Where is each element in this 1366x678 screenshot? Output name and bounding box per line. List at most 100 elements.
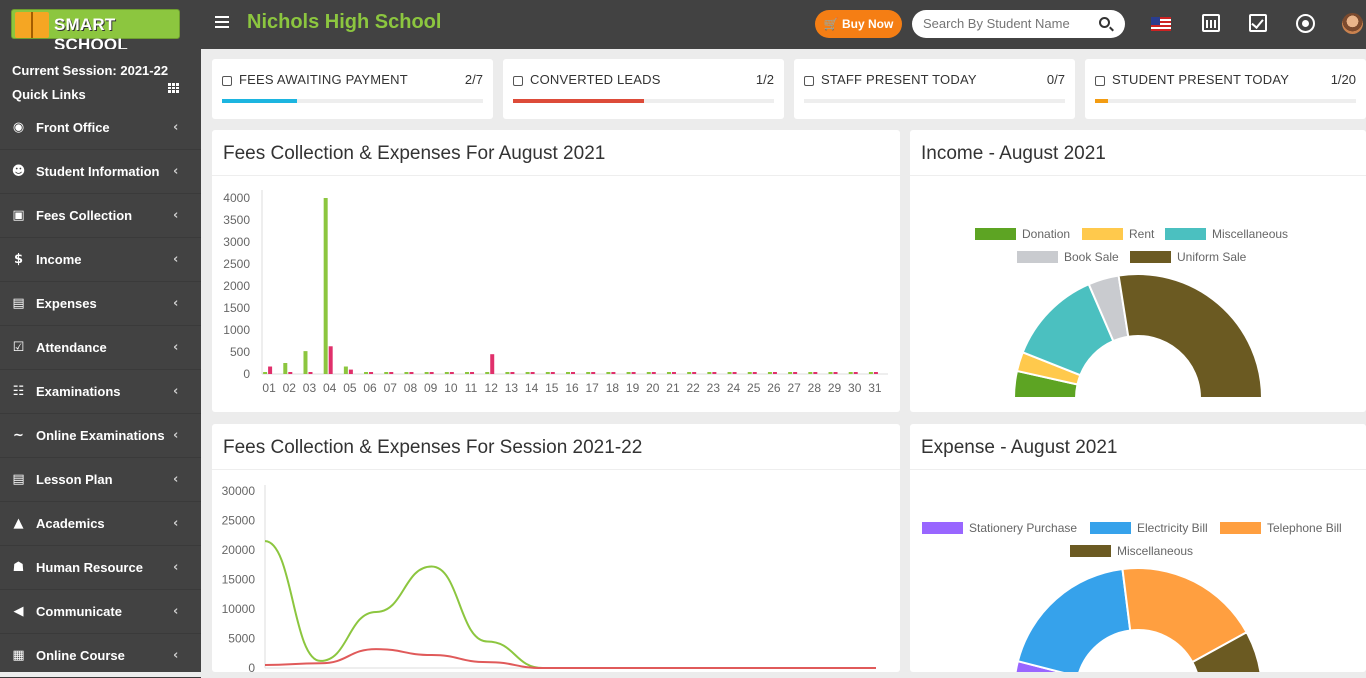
- stat-title: FEES AWAITING PAYMENT: [239, 72, 408, 87]
- bar: [283, 363, 288, 374]
- bar: [813, 372, 818, 374]
- grid-icon[interactable]: [168, 83, 180, 93]
- y-tick-label: 3500: [223, 213, 250, 227]
- chevron-left-icon: ‹: [173, 472, 179, 487]
- sidebar-item-academics[interactable]: ▲ Academics ‹: [0, 502, 201, 546]
- ticket-icon: [513, 76, 523, 86]
- fees-month-panel: Fees Collection & Expenses For August 20…: [212, 130, 900, 412]
- student-search-input[interactable]: [923, 16, 1083, 31]
- x-tick-label: 14: [525, 381, 539, 395]
- bar: [671, 372, 676, 374]
- us-flag-icon[interactable]: [1151, 17, 1171, 31]
- y-tick-label: 10000: [222, 602, 256, 616]
- sidebar-item-label: Human Resource: [36, 560, 143, 575]
- sidebar-item-expenses[interactable]: ▤ Expenses ‹: [0, 282, 201, 326]
- bar: [384, 372, 389, 374]
- bullhorn-icon: ◀: [13, 604, 24, 619]
- calendar-icon[interactable]: [1202, 14, 1220, 32]
- bar: [323, 198, 328, 374]
- whatsapp-icon[interactable]: [1296, 14, 1315, 33]
- sidebar-item-lesson-plan[interactable]: ▤ Lesson Plan ‹: [0, 458, 201, 502]
- sidebar-item-fees-collection[interactable]: ▣ Fees Collection ‹: [0, 194, 201, 238]
- sidebar-item-online-examinations[interactable]: ∼ Online Examinations ‹: [0, 414, 201, 458]
- quick-links[interactable]: Quick Links: [12, 83, 168, 107]
- bar: [707, 372, 712, 374]
- sidebar-item-income[interactable]: $ Income ‹: [0, 238, 201, 282]
- stat-value: 1/2: [755, 72, 774, 87]
- stat-staff-present[interactable]: STAFF PRESENT TODAY 0/7: [794, 59, 1075, 119]
- bar: [793, 372, 798, 374]
- graduation-cap-icon: ▲: [13, 516, 24, 531]
- x-tick-label: 09: [424, 381, 438, 395]
- x-tick-label: 05: [343, 381, 357, 395]
- bar: [470, 372, 475, 374]
- series-line: [264, 648, 876, 669]
- y-tick-label: 2000: [223, 279, 250, 293]
- bar: [444, 372, 449, 374]
- bar: [848, 372, 853, 374]
- bar: [429, 372, 434, 374]
- calendar-check-icon: [1095, 76, 1105, 86]
- y-tick-label: 3000: [223, 235, 250, 249]
- bar: [303, 351, 308, 374]
- user-avatar[interactable]: [1342, 13, 1363, 34]
- sidebar-item-front-office[interactable]: ◉ Front Office ‹: [0, 106, 201, 150]
- x-tick-label: 17: [586, 381, 600, 395]
- x-tick-label: 25: [747, 381, 761, 395]
- bar: [853, 372, 858, 374]
- x-tick-label: 20: [646, 381, 660, 395]
- sidebar-item-label: Communicate: [36, 604, 122, 619]
- search-icon[interactable]: [1099, 17, 1110, 28]
- app-logo[interactable]: SMART SCHOOL: [11, 9, 180, 54]
- sidebar-item-label: Front Office: [36, 120, 110, 135]
- stat-title: CONVERTED LEADS: [530, 72, 661, 87]
- task-check-icon[interactable]: [1249, 14, 1267, 32]
- sidebar-item-label: Lesson Plan: [36, 472, 113, 487]
- sidebar-item-student-information[interactable]: ☻ Student Information ‹: [0, 150, 201, 194]
- bar: [868, 372, 873, 374]
- progress-bar: [513, 99, 774, 103]
- x-tick-label: 31: [868, 381, 882, 395]
- bar: [369, 372, 374, 374]
- sidebar-item-attendance[interactable]: ☑ Attendance ‹: [0, 326, 201, 370]
- eye-icon: ◉: [12, 120, 25, 135]
- bar: [808, 372, 813, 374]
- bar: [611, 372, 616, 374]
- chevron-left-icon: ‹: [173, 384, 179, 399]
- bar: [666, 372, 671, 374]
- cart-icon: 🛒: [823, 17, 839, 31]
- bar: [288, 372, 293, 374]
- stat-fees-awaiting[interactable]: FEES AWAITING PAYMENT 2/7: [212, 59, 493, 119]
- dollar-icon: $: [13, 252, 24, 267]
- credit-card-icon: ▤: [12, 296, 25, 311]
- expense-doughnut-chart: [1014, 567, 1262, 672]
- bar: [873, 372, 878, 374]
- bar: [328, 346, 333, 374]
- bar: [606, 372, 611, 374]
- chevron-left-icon: ‹: [173, 560, 179, 575]
- sidebar-item-examinations[interactable]: ☷ Examinations ‹: [0, 370, 201, 414]
- sitemap-icon: ☗: [12, 560, 25, 575]
- buy-now-button[interactable]: 🛒 Buy Now: [815, 10, 902, 38]
- sidebar-toggle-icon[interactable]: [215, 16, 229, 30]
- stat-value: 2/7: [464, 72, 483, 87]
- x-tick-label: 07: [384, 381, 398, 395]
- bar: [833, 372, 838, 374]
- sidebar-item-label: Academics: [36, 516, 105, 531]
- sidebar-item-label: Expenses: [36, 296, 97, 311]
- y-tick-label: 0: [248, 661, 255, 672]
- sidebar-item-online-course[interactable]: ▦ Online Course ‹: [0, 634, 201, 678]
- stat-converted-leads[interactable]: CONVERTED LEADS 1/2: [503, 59, 784, 119]
- rss-icon: ∼: [13, 428, 24, 443]
- chevron-left-icon: ‹: [173, 120, 179, 135]
- sidebar-item-label: Fees Collection: [36, 208, 133, 223]
- stat-student-present[interactable]: STUDENT PRESENT TODAY 1/20: [1085, 59, 1366, 119]
- progress-fill: [222, 99, 297, 103]
- chevron-left-icon: ‹: [173, 516, 179, 531]
- bar: [651, 372, 656, 374]
- sidebar-item-human-resource[interactable]: ☗ Human Resource ‹: [0, 546, 201, 590]
- sidebar-item-label: Online Examinations: [36, 428, 165, 443]
- bar: [490, 354, 495, 374]
- sidebar-item-communicate[interactable]: ◀ Communicate ‹: [0, 590, 201, 634]
- bar: [409, 372, 414, 374]
